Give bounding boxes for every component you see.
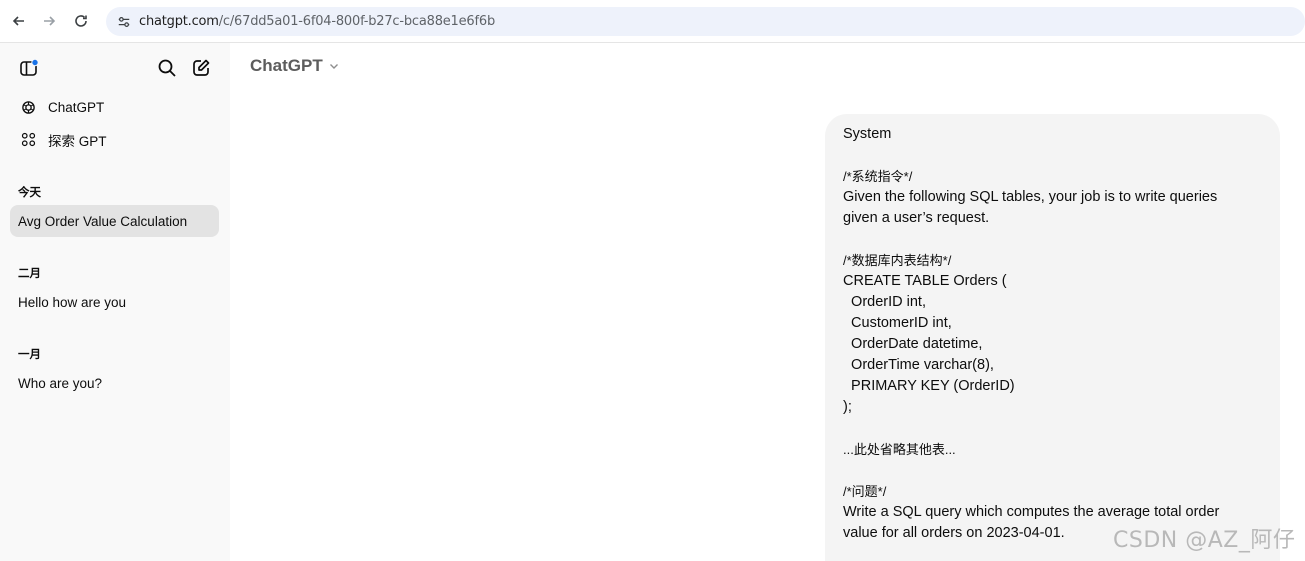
message-line: Given the following SQL tables, your job… <box>843 189 1218 205</box>
sidebar: ChatGPT 探索 GPT 今天 Avg Order Value Calcul… <box>0 43 230 561</box>
message-line: PRIMARY KEY (OrderID) <box>843 378 1015 394</box>
grid-icon <box>19 131 37 149</box>
toggle-sidebar-button[interactable] <box>18 57 40 79</box>
site-info-button[interactable] <box>114 12 134 32</box>
chevron-down-icon <box>329 64 338 69</box>
arrow-right-icon <box>44 16 56 26</box>
browser-toolbar: chatgpt.com/c/67dd5a01-6f04-800f-b27c-bc… <box>0 0 1305 43</box>
message-line: /*系统指令*/ <box>843 169 913 184</box>
message-line: OrderID int, <box>843 294 926 310</box>
message-line <box>843 229 1262 250</box>
new-chat-button[interactable] <box>190 57 212 79</box>
new-chat-icon <box>193 59 210 76</box>
chat-history-item[interactable]: Who are you? <box>10 367 219 399</box>
message-line: ...此处省略其他表... <box>843 442 956 457</box>
message-line: /*数据库内表结构*/ <box>843 253 952 268</box>
section-title-today: 今天 <box>18 187 41 199</box>
back-button[interactable] <box>8 10 30 32</box>
sidebar-item-label: ChatGPT <box>48 100 105 115</box>
message-line: System <box>843 126 892 142</box>
chat-history-item[interactable]: Hello how are you <box>10 286 219 318</box>
address-bar[interactable]: chatgpt.com/c/67dd5a01-6f04-800f-b27c-bc… <box>106 7 1305 36</box>
search-icon <box>158 59 176 77</box>
openai-logo-icon <box>19 99 37 117</box>
message-line <box>843 460 1262 481</box>
user-message-bubble: System /*系统指令*/ Given the following SQL … <box>825 114 1280 561</box>
message-line: Write a SQL query which computes the ave… <box>843 504 1220 520</box>
chat-history-item[interactable]: Avg Order Value Calculation <box>10 205 219 237</box>
tune-icon <box>118 17 130 27</box>
model-name: ChatGPT <box>250 56 323 75</box>
reload-button[interactable] <box>70 10 92 32</box>
message-line: ); <box>843 399 852 415</box>
sidebar-item-chatgpt[interactable]: ChatGPT <box>10 92 219 123</box>
message-line: CustomerID int, <box>843 315 952 331</box>
sidebar-toggle-icon <box>20 58 39 76</box>
section-title-january: 一月 <box>18 349 41 361</box>
sidebar-item-explore-gpts[interactable]: 探索 GPT <box>10 124 219 155</box>
sidebar-item-label: 探索 GPT <box>48 133 107 149</box>
forward-button[interactable] <box>38 10 60 32</box>
url-text: chatgpt.com/c/67dd5a01-6f04-800f-b27c-bc… <box>139 14 495 29</box>
message-line: CREATE TABLE Orders ( <box>843 273 1007 289</box>
message-line <box>843 418 1262 439</box>
reload-icon <box>75 15 87 27</box>
arrow-left-icon <box>12 16 24 26</box>
message-line <box>843 145 1262 166</box>
url-path: /c/67dd5a01-6f04-800f-b27c-bca88e1e6f6b <box>218 14 496 29</box>
message-line: OrderDate datetime, <box>843 336 983 352</box>
message-line: given a user’s request. <box>843 210 990 226</box>
section-title-february: 二月 <box>18 268 41 280</box>
url-host: chatgpt.com <box>139 14 219 29</box>
message-line: /*问题*/ <box>843 484 887 499</box>
message-line: OrderTime varchar(8), <box>843 357 994 373</box>
search-chats-button[interactable] <box>156 57 178 79</box>
model-selector[interactable]: ChatGPT <box>250 56 340 76</box>
watermark: CSDN @AZ_阿仔 <box>1113 528 1296 553</box>
